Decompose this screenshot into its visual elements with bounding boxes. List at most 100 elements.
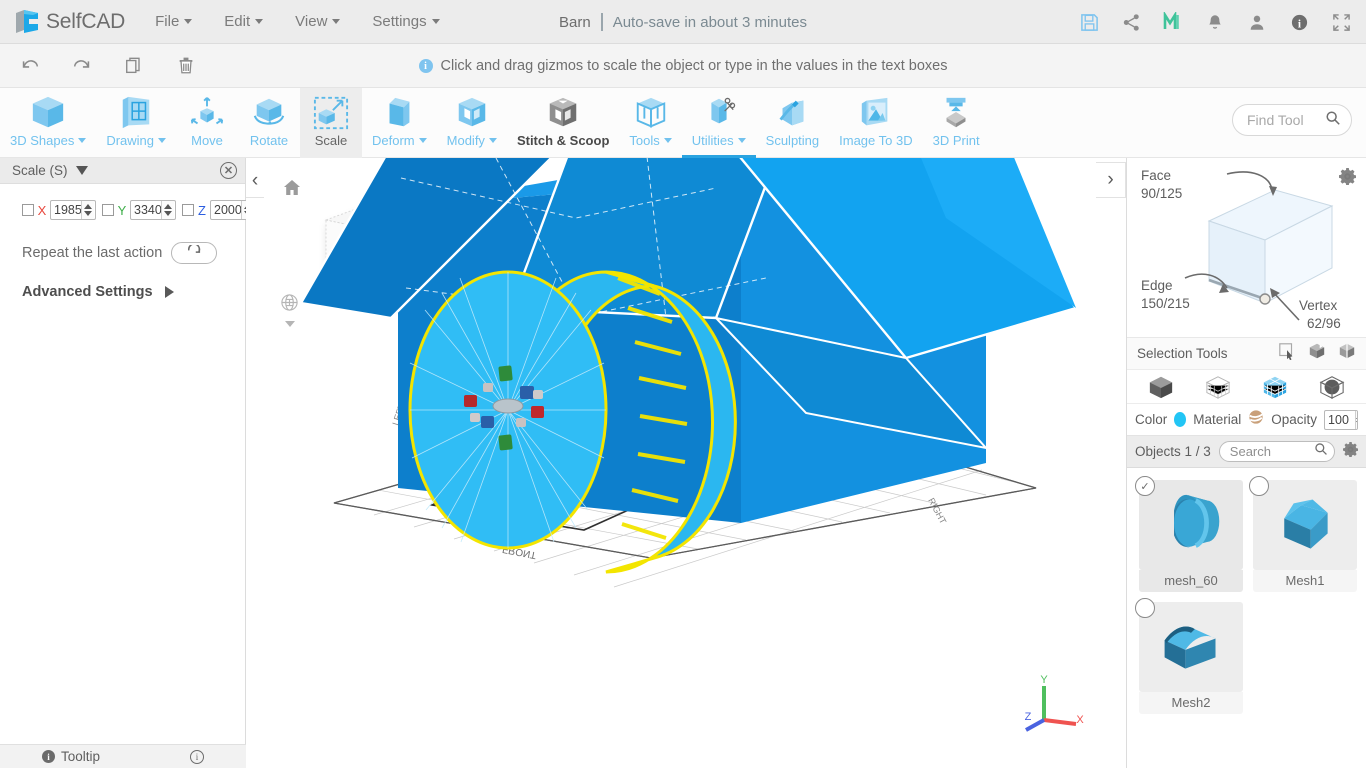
axis-gizmo[interactable]: Y X Z [1016, 672, 1086, 736]
vertex-mode-icon[interactable] [1316, 373, 1348, 401]
menu-item-file-label: File [155, 13, 180, 30]
lasso-select-icon[interactable] [1338, 342, 1356, 365]
tool-scale[interactable]: Scale [300, 88, 363, 158]
scale-x-input-wrap[interactable] [50, 200, 96, 220]
main-toolbar: 3D Shapes Drawing Move Rotate Scale Defo… [0, 88, 1366, 158]
object-select-radio[interactable]: ✓ [1135, 476, 1155, 496]
box-select-icon[interactable] [1308, 342, 1326, 365]
cylinder-thumb-icon [1174, 494, 1220, 548]
close-icon[interactable]: ✕ [220, 162, 237, 179]
share-icon[interactable] [1120, 11, 1142, 33]
gear-icon[interactable] [1343, 441, 1359, 462]
tool-rotate[interactable]: Rotate [238, 88, 300, 158]
objects-search-input[interactable]: Search [1218, 441, 1335, 462]
tool-sculpting[interactable]: Sculpting [756, 88, 829, 158]
tool-label: Utilities [691, 133, 734, 148]
tool-stitch-and-scoop[interactable]: Stitch & Scoop [507, 88, 619, 158]
notifications-bell-icon[interactable] [1204, 11, 1226, 33]
tool-tools[interactable]: Tools [619, 88, 681, 158]
autosave-status: Auto-save in about 3 minutes [612, 13, 807, 31]
object-thumbnail[interactable]: ✓ [1135, 476, 1243, 570]
tool-3d-shapes[interactable]: 3D Shapes [0, 88, 96, 158]
tool-drawing[interactable]: Drawing [96, 88, 176, 158]
tool-utilities[interactable]: Utilities [681, 88, 756, 158]
find-tool-search[interactable]: Find Tool [1232, 104, 1352, 136]
tool-move[interactable]: Move [176, 88, 238, 158]
gear-icon[interactable] [1339, 168, 1357, 190]
object-card-mesh-60[interactable]: ✓ mesh_60 [1135, 476, 1243, 592]
user-account-icon[interactable] [1246, 11, 1268, 33]
search-icon[interactable] [1314, 442, 1328, 461]
scale-x-stepper[interactable] [81, 201, 94, 219]
advanced-settings-toggle[interactable]: Advanced Settings [0, 264, 245, 300]
save-icon[interactable] [1078, 11, 1100, 33]
wireframe-mode-icon[interactable] [1202, 373, 1234, 401]
opacity-input[interactable] [1325, 412, 1356, 427]
object-card-mesh1[interactable]: Mesh1 [1249, 476, 1357, 592]
caret-down-icon [418, 138, 427, 143]
opacity-input-wrap[interactable] [1324, 409, 1358, 430]
tool-label: 3D Print [932, 133, 980, 148]
scale-x-checkbox[interactable] [22, 204, 34, 216]
scale-z-input[interactable] [211, 203, 241, 217]
menu-item-file[interactable]: File [155, 13, 193, 30]
utilities-icon [700, 94, 738, 132]
scale-y-input-wrap[interactable] [130, 200, 176, 220]
scale-z-checkbox[interactable] [182, 204, 194, 216]
scale-y-input[interactable] [131, 203, 161, 217]
info-outline-icon[interactable]: i [190, 749, 205, 764]
axis-label-y: Y [1040, 674, 1048, 686]
svg-text:i: i [1297, 18, 1300, 30]
top-icon-bar: i [1078, 0, 1352, 44]
axis-label-x: X [1076, 714, 1084, 726]
tool-label: Image To 3D [839, 133, 913, 148]
history-bar: i Click and drag gizmos to scale the obj… [0, 44, 1366, 88]
object-mode-icon[interactable] [1145, 373, 1177, 401]
scale-panel-header: Scale (S) ✕ [0, 158, 245, 184]
caret-down-icon [78, 138, 87, 143]
menu-item-settings[interactable]: Settings [372, 13, 440, 30]
tools-icon [632, 94, 670, 132]
info-icon[interactable]: i [1288, 11, 1310, 33]
selection-box-illustration: Face 90/125 Edge 150/215 Vertex 62/96 [1141, 168, 1341, 331]
object-select-radio[interactable] [1135, 598, 1155, 618]
menu-items: File Edit View Settings [155, 13, 440, 30]
tool-image-to-3d[interactable]: Image To 3D [829, 88, 922, 158]
tooltip-status[interactable]: i Tooltip [41, 749, 100, 764]
color-swatch[interactable] [1174, 412, 1187, 427]
scale-y-stepper[interactable] [161, 201, 174, 219]
triangle-down-icon[interactable] [75, 166, 88, 175]
3d-viewport[interactable]: ‹ FRONT RIGHT TOP [246, 158, 1126, 768]
tool-modify[interactable]: Modify [437, 88, 507, 158]
object-select-radio[interactable] [1249, 476, 1269, 496]
opacity-label: Opacity [1271, 412, 1318, 427]
object-thumbnail[interactable] [1249, 476, 1357, 570]
model-render[interactable]: LEFT FRONT RIGHT [246, 158, 1126, 768]
scale-panel-title: Scale (S) [12, 163, 68, 178]
material-sphere-icon[interactable] [1248, 409, 1264, 430]
tool-deform[interactable]: Deform [362, 88, 437, 158]
brand-name: SelfCAD [46, 9, 126, 33]
repeat-last-action-button[interactable] [171, 242, 217, 264]
scale-x-label: X [37, 202, 47, 218]
menu-item-edit[interactable]: Edit [224, 13, 264, 30]
scale-x-input[interactable] [51, 203, 81, 217]
brand-logo[interactable]: SelfCAD [0, 8, 125, 36]
face-mode-icon[interactable] [1259, 373, 1291, 401]
rectangle-select-icon[interactable] [1278, 342, 1296, 365]
fullscreen-icon[interactable] [1330, 11, 1352, 33]
object-thumbnail[interactable] [1135, 598, 1243, 692]
menu-bar: SelfCAD File Edit View Settings Barn Aut… [0, 0, 1366, 44]
sculpting-icon [773, 94, 811, 132]
scale-y-checkbox[interactable] [102, 204, 114, 216]
object-card-mesh2[interactable]: Mesh2 [1135, 598, 1243, 714]
scale-axis-z: Z [182, 200, 256, 220]
opacity-stepper[interactable] [1355, 410, 1358, 429]
collapse-right-panel-button[interactable]: › [1096, 162, 1126, 198]
m-logo-icon[interactable] [1162, 11, 1184, 33]
tool-label: Drawing [106, 133, 155, 148]
tool-3d-print[interactable]: 3D Print [923, 88, 990, 158]
document-title[interactable]: Barn [559, 14, 591, 31]
menu-item-view[interactable]: View [295, 13, 341, 30]
search-icon[interactable] [1325, 110, 1341, 131]
